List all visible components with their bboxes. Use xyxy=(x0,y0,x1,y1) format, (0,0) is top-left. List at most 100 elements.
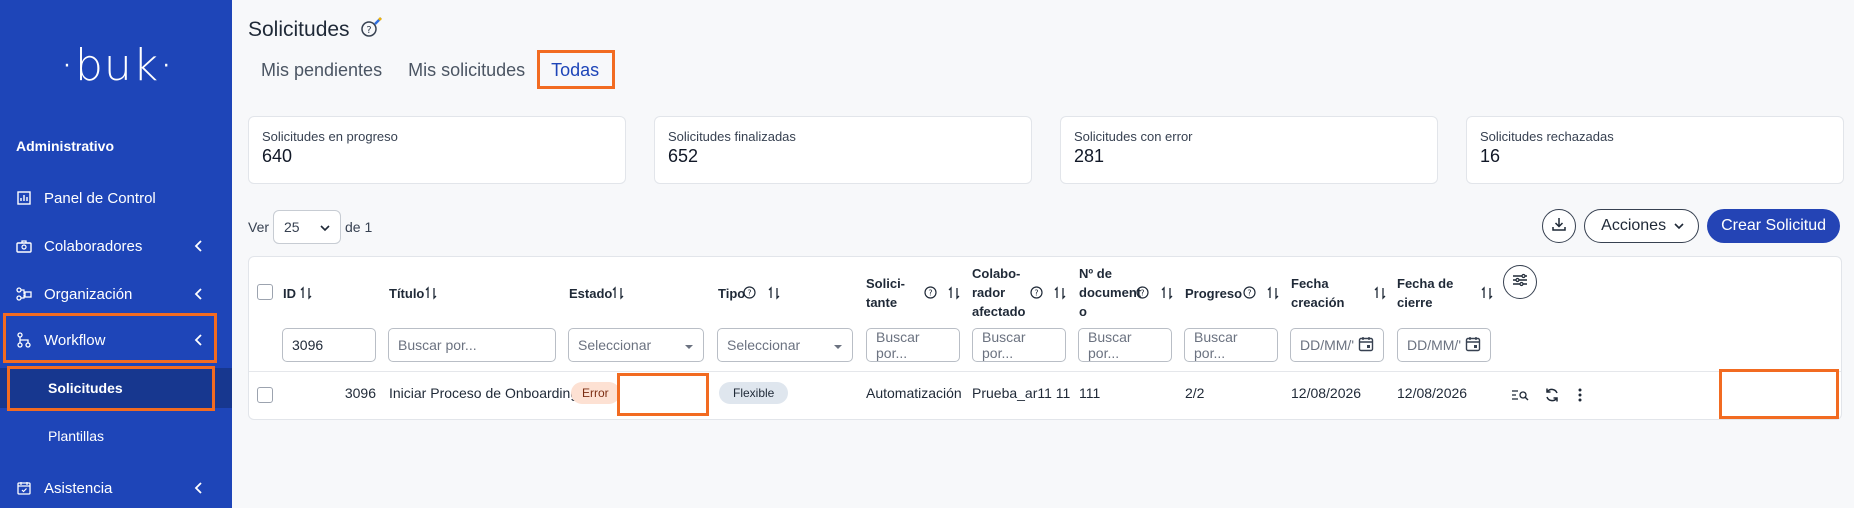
help-icon[interactable]: ? xyxy=(924,286,937,300)
page-title-text: Solicitudes xyxy=(248,18,350,41)
svg-text:?: ? xyxy=(1034,289,1038,298)
filter-fecha-cierre-input[interactable]: DD/MM/' xyxy=(1397,328,1491,362)
download-button[interactable] xyxy=(1542,209,1577,243)
filter-tipo-select[interactable]: Seleccionar xyxy=(717,328,853,362)
header-estado[interactable]: Estado xyxy=(569,284,612,303)
crear-solicitud-button[interactable]: Crear Solicitud xyxy=(1707,209,1840,243)
solicitudes-table: ID Título Estado Tipo ? Solici- tante ? … xyxy=(248,256,1842,420)
page-size-select[interactable]: 25 xyxy=(273,210,342,244)
highlight-solicitudes xyxy=(7,366,215,411)
sort-icon[interactable] xyxy=(1267,286,1279,300)
svg-text:?: ? xyxy=(366,25,371,36)
filter-estado-select[interactable]: Seleccionar xyxy=(568,328,704,362)
stat-card-rechazadas: Solicitudes rechazadas 16 xyxy=(1466,116,1844,184)
filter-colaborador-input[interactable]: Buscar por... xyxy=(972,328,1066,362)
sidebar-item-panel-de-control[interactable]: Panel de Control xyxy=(0,178,232,218)
acciones-button[interactable]: Acciones xyxy=(1584,209,1700,243)
header-colaborador[interactable]: Colabo- rador afectado xyxy=(972,264,1025,321)
highlight-tab-todas xyxy=(537,50,615,89)
sort-icon[interactable] xyxy=(425,286,437,300)
chevron-left-icon xyxy=(194,482,204,494)
help-icon[interactable]: ? xyxy=(1030,286,1043,300)
filter-progreso-input[interactable]: Buscar por... xyxy=(1184,328,1278,362)
cell-titulo[interactable]: Iniciar Proceso de Onboarding xyxy=(389,385,578,401)
stat-card-en-progreso: Solicitudes en progreso 640 xyxy=(248,116,626,184)
sort-icon[interactable] xyxy=(1161,286,1173,300)
sort-icon[interactable] xyxy=(300,286,312,300)
filter-placeholder: Seleccionar xyxy=(578,337,652,353)
sidebar-subitem-label: Plantillas xyxy=(48,428,105,444)
filter-placeholder: Buscar por... xyxy=(1194,329,1238,361)
filter-fecha-creacion-input[interactable]: DD/MM/' xyxy=(1290,328,1384,362)
header-progreso[interactable]: Progreso xyxy=(1185,284,1242,303)
sort-icon[interactable] xyxy=(1374,286,1386,300)
sidebar-item-asistencia[interactable]: Asistencia xyxy=(0,468,232,508)
header-fecha-cierre[interactable]: Fecha de cierre xyxy=(1397,274,1453,312)
sidebar-section-title: Administrativo xyxy=(16,138,115,154)
tab-mis-solicitudes[interactable]: Mis solicitudes xyxy=(395,54,538,87)
ver-label: Ver xyxy=(248,219,270,235)
help-icon[interactable]: ? xyxy=(1243,286,1256,300)
filter-id-input[interactable]: 3096 xyxy=(282,328,376,362)
page-count-label: de 1 xyxy=(345,219,373,235)
stat-card-title: Solicitudes con error xyxy=(1074,129,1193,144)
column-settings-button[interactable] xyxy=(1503,265,1537,299)
header-titulo[interactable]: Título xyxy=(389,284,424,303)
calendar-icon[interactable] xyxy=(1465,336,1481,355)
header-line: cierre xyxy=(1397,295,1433,310)
people-icon xyxy=(16,238,32,254)
header-line: Fecha de xyxy=(1397,276,1454,291)
sidebar-item-colaboradores[interactable]: Colaboradores xyxy=(0,226,232,266)
header-documento[interactable]: Nº de document o xyxy=(1079,264,1141,321)
row-checkbox[interactable] xyxy=(257,387,273,403)
calendar-icon[interactable] xyxy=(1358,336,1374,355)
sort-icon[interactable] xyxy=(1481,286,1493,300)
chart-icon xyxy=(16,190,32,206)
highlight-workflow xyxy=(3,313,217,363)
tab-mis-pendientes[interactable]: Mis pendientes xyxy=(248,54,395,87)
select-all-checkbox[interactable] xyxy=(257,284,273,300)
cell-colaborador: Prueba_ar11 11 xyxy=(972,385,1071,401)
stat-card-finalizadas: Solicitudes finalizadas 652 xyxy=(654,116,1032,184)
sidebar-subitem-plantillas[interactable]: Plantillas xyxy=(0,416,232,456)
org-icon xyxy=(16,286,32,302)
header-line: o xyxy=(1079,304,1087,319)
svg-text:?: ? xyxy=(747,289,751,298)
help-icon[interactable]: ? xyxy=(743,286,756,300)
stat-card-value: 652 xyxy=(668,146,699,166)
sidebar-item-label: Organización xyxy=(44,285,133,303)
header-line: Colabo- xyxy=(972,266,1021,281)
more-options-icon[interactable] xyxy=(1570,385,1590,405)
page-size-value: 25 xyxy=(284,219,300,235)
tipo-badge: Flexible xyxy=(719,382,789,404)
retry-icon[interactable] xyxy=(1542,385,1562,405)
filter-placeholder: Buscar por... xyxy=(398,337,477,353)
highlight-row-actions xyxy=(1719,369,1839,419)
chevron-left-icon xyxy=(194,240,204,252)
sidebar-item-organizacion[interactable]: Organización xyxy=(0,274,232,314)
view-detail-icon[interactable] xyxy=(1510,385,1530,405)
sort-icon[interactable] xyxy=(612,286,624,300)
filter-solicitante-input[interactable]: Buscar por... xyxy=(866,328,960,362)
sort-icon[interactable] xyxy=(768,286,780,300)
sort-icon[interactable] xyxy=(1054,286,1066,300)
filter-documento-input[interactable]: Buscar por... xyxy=(1078,328,1172,362)
header-fecha-creacion[interactable]: Fecha creación xyxy=(1291,274,1344,312)
stat-card-title: Solicitudes rechazadas xyxy=(1480,129,1614,144)
sidebar: ·buk· Administrativo Panel de Control Co… xyxy=(0,0,232,508)
header-solicitante[interactable]: Solici- tante xyxy=(866,274,905,312)
sort-icon[interactable] xyxy=(948,286,960,300)
help-icon[interactable]: ? xyxy=(1136,286,1149,300)
status-badge-error: Error xyxy=(571,382,620,404)
header-line: document xyxy=(1079,285,1142,300)
help-magic-icon[interactable]: ? xyxy=(360,16,384,44)
cell-solicitante: Automatización xyxy=(866,385,962,401)
chevron-down-icon xyxy=(320,219,330,235)
header-tipo[interactable]: Tipo xyxy=(718,284,745,303)
cell-progreso: 2/2 xyxy=(1185,385,1205,401)
filter-titulo-input[interactable]: Buscar por... xyxy=(388,328,556,362)
header-id[interactable]: ID xyxy=(283,284,296,303)
page-size-control: Ver 25 de 1 xyxy=(248,210,372,244)
stat-card-title: Solicitudes finalizadas xyxy=(668,129,796,144)
calendar-icon xyxy=(16,480,32,496)
